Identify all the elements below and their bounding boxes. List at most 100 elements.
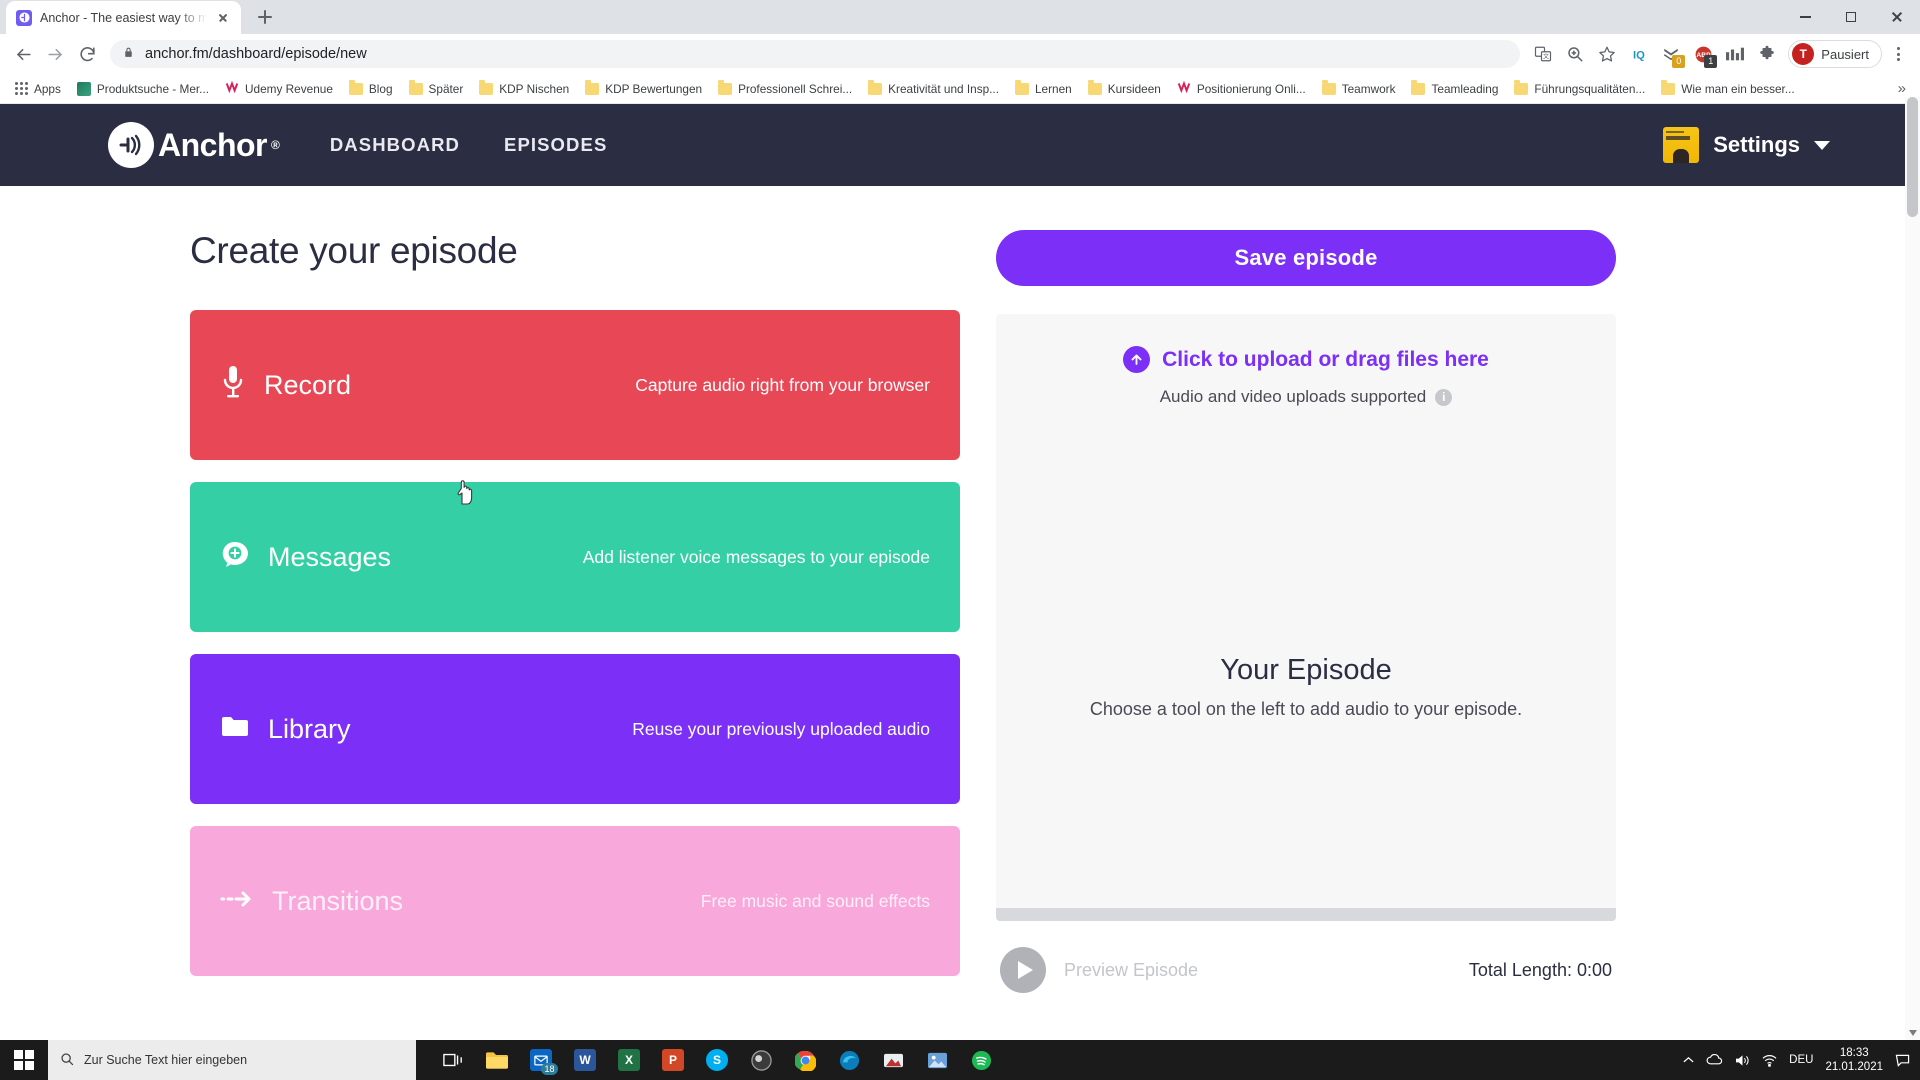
powerpoint-icon[interactable]: P: [652, 1040, 694, 1080]
scroll-down-icon[interactable]: [1905, 1025, 1920, 1040]
nav-link-dashboard[interactable]: DASHBOARD: [330, 134, 460, 156]
bookmark-kreativitaet[interactable]: Kreativität und Insp...: [861, 79, 1006, 99]
reload-icon[interactable]: [72, 39, 102, 69]
tool-card-messages[interactable]: Messages Add listener voice messages to …: [190, 482, 960, 632]
info-icon[interactable]: i: [1435, 388, 1453, 406]
new-tab-button[interactable]: [251, 3, 279, 31]
close-icon[interactable]: [215, 10, 231, 26]
page-content: Create your episode Record Capture audio…: [0, 186, 1920, 998]
nav-link-episodes[interactable]: EPISODES: [504, 134, 607, 156]
lock-icon: [122, 46, 135, 63]
bookmark-spaeter[interactable]: Später: [402, 79, 471, 99]
bookmark-wie-man-ein-besserer[interactable]: Wie man ein besser...: [1654, 79, 1801, 99]
filezilla-icon[interactable]: [872, 1040, 914, 1080]
powerpoint-glyph: P: [662, 1049, 684, 1071]
tool-card-transitions[interactable]: Transitions Free music and sound effects: [190, 826, 960, 976]
task-view-icon[interactable]: [432, 1040, 474, 1080]
file-explorer-icon[interactable]: [476, 1040, 518, 1080]
bookmark-fuehrungsqualitaeten[interactable]: Führungsqualitäten...: [1507, 79, 1652, 99]
tool-card-record[interactable]: Record Capture audio right from your bro…: [190, 310, 960, 460]
bookmark-produktsuche[interactable]: Produktsuche - Mer...: [70, 79, 216, 99]
extensions-puzzle-icon[interactable]: [1752, 39, 1782, 69]
iq-extension-icon[interactable]: IQ: [1624, 39, 1654, 69]
bookmark-blog[interactable]: Blog: [342, 79, 400, 99]
episode-preview-panel[interactable]: Click to upload or drag files here Audio…: [996, 314, 1616, 921]
close-window-button[interactable]: [1874, 0, 1920, 34]
bookmark-apps[interactable]: Apps: [8, 79, 68, 99]
profile-status-label: Pausiert: [1821, 46, 1869, 62]
bookmark-udemy-revenue[interactable]: Udemy Revenue: [218, 78, 340, 99]
grid-extension-icon[interactable]: [1720, 39, 1750, 69]
tray-language[interactable]: DEU: [1789, 1054, 1813, 1066]
address-text: anchor.fm/dashboard/episode/new: [145, 46, 367, 62]
skype-icon[interactable]: S: [696, 1040, 738, 1080]
avatar: [1663, 127, 1700, 163]
taskbar-search-input[interactable]: Zur Suche Text hier eingeben: [48, 1040, 416, 1080]
maximize-button[interactable]: [1828, 0, 1874, 34]
save-episode-button[interactable]: Save episode: [996, 230, 1616, 286]
excel-icon[interactable]: X: [608, 1040, 650, 1080]
back-arrow-icon[interactable]: [8, 39, 38, 69]
upload-dropzone[interactable]: Click to upload or drag files here: [1123, 346, 1489, 373]
volume-icon[interactable]: [1735, 1054, 1750, 1067]
bookmark-label: Lernen: [1035, 81, 1072, 96]
bookmark-lernen[interactable]: Lernen: [1008, 79, 1079, 99]
address-bar[interactable]: anchor.fm/dashboard/episode/new: [110, 40, 1521, 68]
word-icon[interactable]: W: [564, 1040, 606, 1080]
bookmark-teamwork[interactable]: Teamwork: [1315, 79, 1403, 99]
tray-clock[interactable]: 18:33 21.01.2021: [1825, 1046, 1883, 1075]
bookmark-kursideen[interactable]: Kursideen: [1081, 79, 1168, 99]
kebab-menu-icon[interactable]: [1884, 40, 1912, 68]
show-hidden-icons[interactable]: [1683, 1056, 1694, 1064]
bookmark-kdp-bewertungen[interactable]: KDP Bewertungen: [578, 79, 709, 99]
bookmark-kdp-nischen[interactable]: KDP Nischen: [472, 79, 576, 99]
mail-badge: 18: [540, 1063, 558, 1075]
windows-taskbar: Zur Suche Text hier eingeben 18 W X P S: [0, 1040, 1920, 1080]
translate-icon[interactable]: 文: [1528, 39, 1558, 69]
photos-icon[interactable]: [916, 1040, 958, 1080]
tools-column: Create your episode Record Capture audio…: [0, 230, 960, 998]
scrollbar-thumb[interactable]: [1907, 97, 1918, 217]
forward-arrow-icon[interactable]: [40, 39, 70, 69]
screen: Anchor - The easiest way to mak anchor.f…: [0, 0, 1920, 1080]
settings-menu[interactable]: Settings: [1663, 127, 1888, 163]
notifications-icon[interactable]: [1895, 1053, 1910, 1067]
bookmark-star-icon[interactable]: [1592, 39, 1622, 69]
adblock-extension-icon[interactable]: ABP 1: [1688, 39, 1718, 69]
bookmark-professionell-schreiben[interactable]: Professionell Schrei...: [711, 79, 859, 99]
brand[interactable]: Anchor ®: [108, 122, 280, 168]
bookmark-positionierung[interactable]: Positionierung Onli...: [1170, 78, 1313, 99]
upload-subtext-row: Audio and video uploads supported i: [1160, 387, 1453, 407]
pocket-extension-icon[interactable]: 0: [1656, 39, 1686, 69]
minimize-button[interactable]: [1782, 0, 1828, 34]
mail-icon[interactable]: 18: [520, 1040, 562, 1080]
tool-description: Add listener voice messages to your epis…: [582, 546, 930, 567]
bookmark-teamleading[interactable]: Teamleading: [1404, 79, 1505, 99]
tool-card-left: Record: [220, 364, 351, 407]
zoom-icon[interactable]: [1560, 39, 1590, 69]
edge-icon[interactable]: [828, 1040, 870, 1080]
chrome-icon[interactable]: [784, 1040, 826, 1080]
obs-icon[interactable]: [740, 1040, 782, 1080]
folder-icon: [585, 80, 600, 95]
total-length-label: Total Length: 0:00: [1468, 959, 1612, 980]
bookmarks-overflow-button[interactable]: »: [1892, 80, 1912, 97]
folder-icon: [1015, 80, 1029, 95]
page-scrollbar[interactable]: [1905, 97, 1920, 1040]
profile-chip[interactable]: T Pausiert: [1788, 40, 1882, 68]
microphone-icon: [220, 364, 246, 407]
windows-start-icon[interactable]: [0, 1040, 48, 1080]
play-icon[interactable]: [1000, 947, 1046, 993]
network-icon[interactable]: [1762, 1054, 1777, 1067]
onedrive-icon[interactable]: [1706, 1054, 1723, 1066]
skype-glyph: S: [706, 1049, 728, 1071]
arrow-right-icon: [220, 888, 254, 915]
tool-card-library[interactable]: Library Reuse your previously uploaded a…: [190, 654, 960, 804]
upload-headline: Click to upload or drag files here: [1162, 347, 1489, 371]
browser-tab[interactable]: Anchor - The easiest way to mak: [6, 1, 241, 34]
bookmark-label: Udemy Revenue: [245, 81, 333, 96]
udemy-icon: [225, 80, 239, 96]
page-title: Create your episode: [190, 230, 518, 271]
spotify-icon[interactable]: [960, 1040, 1002, 1080]
folder-icon: [1514, 80, 1529, 95]
